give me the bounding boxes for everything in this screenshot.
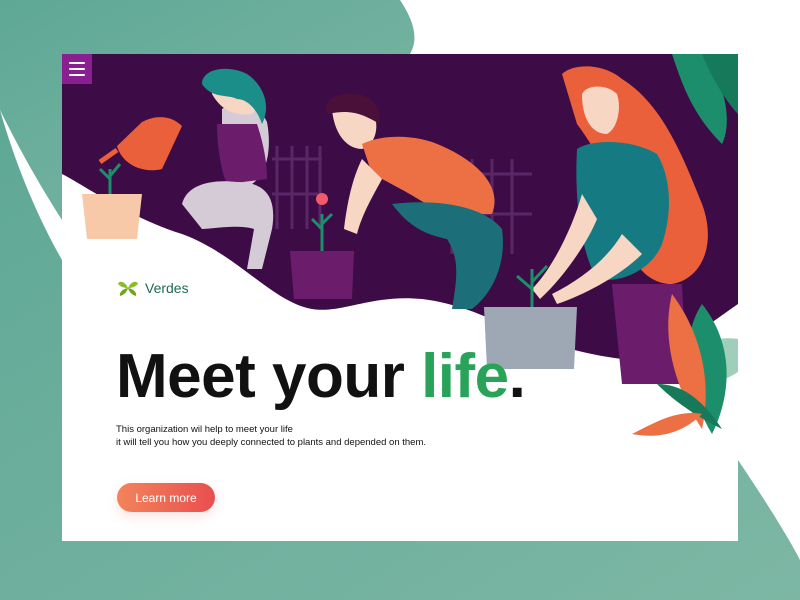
tagline-line-1: This organization wil help to meet your … <box>116 424 293 435</box>
hamburger-menu-icon-bar-1 <box>69 62 85 64</box>
learn-more-button[interactable]: Learn more <box>117 483 215 512</box>
hero-tagline: This organization wil help to meet your … <box>116 424 426 450</box>
hero-headline: Meet your life. <box>116 342 526 411</box>
tagline-line-2: it will tell you how you deeply connecte… <box>116 436 427 448</box>
headline-suffix: . <box>508 342 526 411</box>
hamburger-menu-icon-bar-2 <box>69 68 85 70</box>
headline-prefix: Meet your <box>116 342 422 411</box>
leaf-cluster-icon <box>118 281 138 296</box>
hero-card: Verdes Meet your life. This organization… <box>62 54 738 541</box>
menu-button[interactable] <box>62 54 92 84</box>
brand-name: Verdes <box>145 280 189 296</box>
headline-accent: life <box>421 342 509 411</box>
brand-logo[interactable]: Verdes <box>116 278 189 298</box>
hamburger-menu-icon-bar-3 <box>69 74 85 76</box>
